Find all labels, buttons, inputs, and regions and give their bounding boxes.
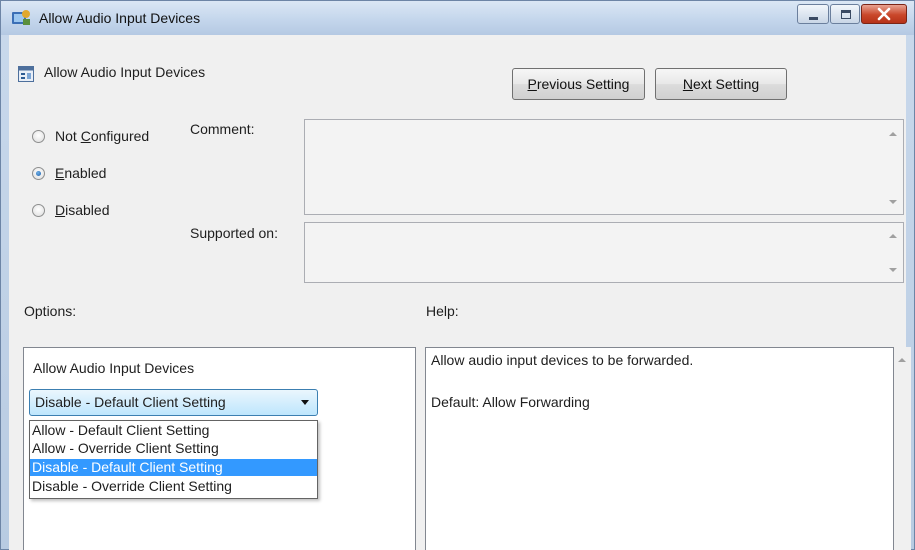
supported-on-label: Supported on:	[190, 225, 278, 241]
chevron-down-icon[interactable]	[301, 400, 309, 405]
maximize-icon	[841, 10, 851, 19]
radio-not-configured[interactable]: Not Configured	[32, 126, 149, 146]
radio-label-mnemonic: C	[80, 128, 91, 144]
minimize-button[interactable]	[797, 4, 829, 24]
radio-label-prefix: Not	[55, 128, 81, 144]
dropdown-option[interactable]: Allow - Override Client Setting	[30, 440, 317, 457]
title-bar[interactable]: Allow Audio Input Devices	[1, 1, 914, 35]
radio-disabled[interactable]: Disabled	[32, 200, 110, 220]
help-default-line: Default: Allow Forwarding	[431, 394, 590, 410]
previous-setting-label: revious Setting	[536, 76, 630, 92]
options-heading: Options:	[24, 303, 77, 319]
next-setting-label: ext Setting	[692, 76, 760, 92]
previous-setting-button[interactable]: Previous Setting	[512, 68, 645, 100]
close-button[interactable]	[861, 4, 907, 24]
scroll-down-arrow-icon[interactable]	[889, 200, 897, 204]
scroll-up-arrow-icon[interactable]	[889, 234, 897, 238]
radio-enabled[interactable]: Enabled	[32, 163, 106, 183]
audio-input-combobox[interactable]: Disable - Default Client Setting	[29, 389, 318, 416]
policy-app-icon	[12, 10, 30, 25]
radio-label-rest: nabled	[64, 165, 107, 181]
maximize-button[interactable]	[830, 4, 860, 24]
comment-textbox[interactable]	[304, 119, 904, 215]
dropdown-option-highlighted[interactable]: Disable - Default Client Setting	[30, 459, 317, 476]
radio-not-configured-label: Not Configured	[55, 128, 149, 144]
scroll-up-arrow-icon[interactable]	[889, 132, 897, 136]
supported-on-textbox[interactable]	[304, 222, 904, 283]
comment-label: Comment:	[190, 121, 255, 137]
radio-not-configured-indicator[interactable]	[32, 129, 45, 143]
radio-disabled-label: Disabled	[55, 202, 110, 218]
close-icon	[877, 7, 891, 21]
previous-setting-mnemonic: P	[527, 76, 537, 92]
help-text-line: Allow audio input devices to be forwarde…	[431, 352, 694, 368]
radio-label-mnemonic: E	[55, 165, 65, 181]
next-setting-button[interactable]: Next Setting	[655, 68, 787, 100]
radio-disabled-indicator[interactable]	[32, 203, 45, 217]
scroll-down-arrow-icon[interactable]	[889, 268, 897, 272]
help-panel	[425, 347, 894, 550]
dropdown-option[interactable]: Disable - Override Client Setting	[30, 478, 317, 495]
combobox-selected-value: Disable - Default Client Setting	[35, 394, 226, 410]
radio-label-rest: isabled	[65, 202, 110, 218]
next-setting-mnemonic: N	[682, 76, 693, 92]
radio-label-rest: onfigured	[90, 128, 150, 144]
help-scrollbar[interactable]	[894, 347, 911, 550]
radio-enabled-indicator[interactable]	[32, 166, 45, 180]
dropdown-option[interactable]: Allow - Default Client Setting	[30, 422, 317, 439]
setting-name: Allow Audio Input Devices	[44, 64, 206, 80]
radio-enabled-label: Enabled	[55, 165, 106, 181]
combobox-dropdown-list[interactable]: Allow - Default Client Setting Allow - O…	[29, 420, 318, 499]
scroll-up-arrow-icon[interactable]	[898, 358, 906, 362]
help-heading: Help:	[426, 303, 459, 319]
minimize-icon	[809, 17, 818, 20]
window-title: Allow Audio Input Devices	[39, 10, 201, 26]
option-audio-input-label: Allow Audio Input Devices	[33, 360, 195, 376]
radio-label-mnemonic: D	[55, 202, 66, 218]
setting-policy-icon	[18, 66, 34, 82]
